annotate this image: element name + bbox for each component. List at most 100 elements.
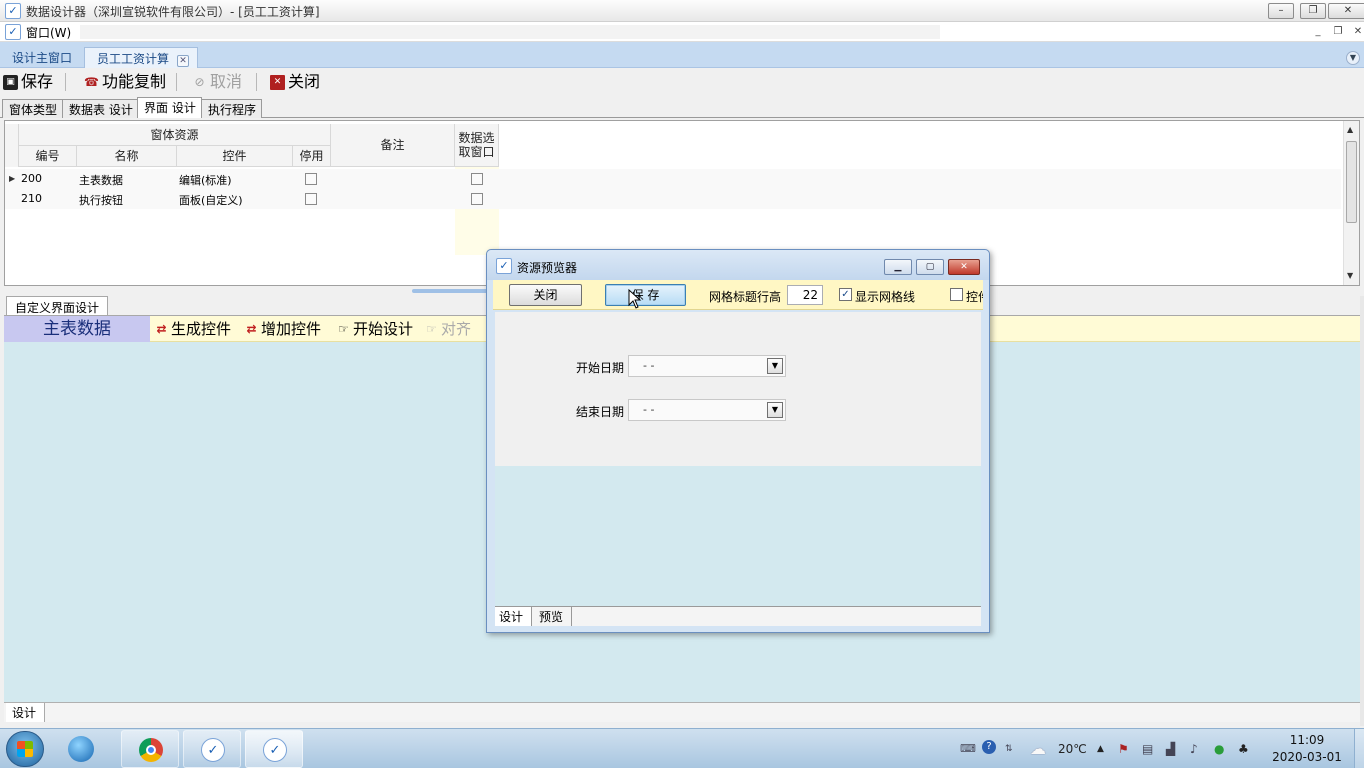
scroll-up-icon[interactable]: ▲	[1347, 125, 1353, 134]
minimize-button[interactable]: –	[1268, 3, 1294, 19]
scroll-down-icon[interactable]: ▼	[1347, 271, 1353, 280]
task-data-designer-active[interactable]: ✓	[245, 730, 303, 768]
end-date-label: 结束日期	[576, 405, 625, 419]
dialog-tab-preview[interactable]: 预览	[535, 607, 573, 626]
resource-previewer-dialog: ✓ 资源预览器 ▁ ▢ ✕ 关闭 保 存 网格标题行高 22 ✓ 显示网格线 控…	[486, 249, 990, 633]
start-button[interactable]	[6, 731, 44, 767]
generate-controls-button[interactable]: ⇄ 生成控件	[154, 319, 231, 339]
wechat-icon[interactable]: ●	[1214, 729, 1224, 768]
tab-design[interactable]: 设计	[6, 703, 46, 722]
row-disabled-checkbox[interactable]	[305, 173, 317, 185]
weather-cloud-icon[interactable]: ☁	[1030, 729, 1046, 768]
chevron-down-icon[interactable]: ▼	[767, 402, 783, 418]
task-chrome[interactable]	[121, 730, 179, 768]
cancel-label: 取消	[210, 72, 243, 91]
add-control-label: 增加控件	[261, 320, 322, 338]
tab-salary-calc[interactable]: 员工工资计算 ✕	[84, 47, 199, 68]
row-control: 面板(自定义)	[179, 194, 243, 207]
grid-vertical-scrollbar[interactable]: ▲ ▼	[1343, 121, 1359, 285]
dialog-title-bar[interactable]: ✓ 资源预览器 ▁ ▢ ✕	[487, 250, 989, 280]
row-select-checkbox[interactable]	[471, 173, 483, 185]
qq-icon[interactable]: ♣	[1238, 729, 1249, 768]
maximize-button[interactable]: ❐	[1300, 3, 1326, 19]
taskbar: ✓ ✓ ⌨ ? ⇅ ☁ 20℃ ▲ ⚑ ▤ ▟ ♪ ● ♣ 11:09 2020…	[0, 728, 1364, 768]
toolbar-divider	[256, 73, 257, 91]
dialog-save-button[interactable]: 保 存	[605, 284, 686, 306]
cancel-button[interactable]: ⊘ 取消	[192, 72, 242, 92]
col-remark-header[interactable]: 备注	[331, 124, 455, 167]
dialog-minimize-button[interactable]: ▁	[884, 259, 912, 275]
grid-row-height-input[interactable]: 22	[787, 285, 823, 305]
show-grid-checkbox[interactable]: ✓	[839, 288, 852, 301]
browser-app-icon[interactable]	[68, 736, 94, 762]
close-tab-icon[interactable]: ✕	[177, 55, 190, 67]
row-id: 210	[21, 192, 42, 205]
tab-exec-program[interactable]: 执行程序	[201, 99, 263, 118]
dialog-maximize-button[interactable]: ▢	[916, 259, 944, 275]
col-control-header[interactable]: 控件	[177, 146, 293, 167]
row-header-corner	[5, 124, 19, 167]
help-icon[interactable]: ?	[982, 740, 996, 754]
grid-row-height-label: 网格标题行高	[709, 290, 782, 304]
tab-ui-design[interactable]: 界面 设计	[137, 97, 202, 118]
task-data-designer[interactable]: ✓	[183, 730, 241, 768]
network-icon[interactable]: ▟	[1166, 729, 1175, 768]
control-checkbox[interactable]	[950, 288, 963, 301]
scroll-thumb[interactable]	[1346, 141, 1357, 223]
close-button[interactable]: ✕ 关闭	[270, 72, 320, 92]
menu-window[interactable]: 窗口(W)	[26, 24, 71, 41]
table-row[interactable]: ▶ 200 主表数据 编辑(标准)	[5, 169, 1341, 189]
add-control-button[interactable]: ⇄ 增加控件	[244, 319, 321, 339]
col-id-header[interactable]: 编号	[19, 146, 77, 167]
row-id: 200	[21, 172, 42, 185]
show-grid-label: 显示网格线	[855, 290, 916, 304]
menu-bar-background	[80, 25, 940, 39]
volume-icon[interactable]: ♪	[1190, 729, 1198, 768]
align-icon: ☞	[426, 321, 437, 336]
show-desktop-button[interactable]	[1354, 729, 1364, 768]
dialog-close-button[interactable]: ✕	[948, 259, 980, 275]
right-gutter	[1360, 296, 1364, 726]
chevron-down-icon[interactable]: ▼	[767, 358, 783, 374]
dialog-preview-canvas[interactable]	[495, 466, 981, 606]
language-icon[interactable]: ⇅	[1005, 729, 1013, 768]
save-label: 保存	[21, 72, 54, 91]
close-window-button[interactable]: ✕	[1328, 3, 1364, 19]
mdi-minimize-icon[interactable]: _	[1310, 25, 1326, 39]
col-name-header[interactable]: 名称	[77, 146, 177, 167]
mdi-restore-icon[interactable]: ❐	[1330, 25, 1346, 39]
row-disabled-checkbox[interactable]	[305, 193, 317, 205]
mdi-close-icon[interactable]: ✕	[1350, 25, 1364, 39]
splitter-handle[interactable]	[412, 289, 492, 293]
add-control-icon: ⇄	[246, 321, 257, 336]
group-header: 窗体资源	[19, 124, 331, 146]
data-designer-icon: ✓	[201, 738, 225, 762]
tab-form-type[interactable]: 窗体类型	[2, 99, 64, 118]
table-row[interactable]: 210 执行按钮 面板(自定义)	[5, 189, 1341, 209]
dialog-close-action-button[interactable]: 关闭	[509, 284, 582, 306]
tab-salary-calc-label: 员工工资计算	[97, 52, 170, 66]
chevron-down-icon[interactable]: ▼	[1346, 51, 1360, 65]
start-design-button[interactable]: ☞ 开始设计	[336, 319, 413, 339]
device-icon[interactable]: ▤	[1142, 729, 1153, 768]
col-select-header-line2: 取窗口	[458, 145, 495, 159]
weather-temp[interactable]: 20℃	[1058, 729, 1087, 768]
tray-expand-icon[interactable]: ▲	[1097, 729, 1104, 768]
copy-function-button[interactable]: ☎ 功能复制	[84, 72, 166, 92]
dialog-tab-design[interactable]: 设计	[495, 607, 533, 626]
custom-ui-design-tab[interactable]: 自定义界面设计	[6, 296, 109, 316]
flag-icon[interactable]: ⚑	[1118, 729, 1129, 768]
start-date-picker[interactable]: - - ▼	[628, 355, 786, 377]
row-select-checkbox[interactable]	[471, 193, 483, 205]
save-button[interactable]: ▣ 保存	[3, 72, 53, 92]
tab-table-design[interactable]: 数据表 设计	[62, 99, 139, 118]
keyboard-icon[interactable]: ⌨	[960, 729, 976, 768]
end-date-picker[interactable]: - - ▼	[628, 399, 786, 421]
clock[interactable]: 11:09 2020-03-01	[1264, 732, 1350, 766]
menu-bar: ✓ 窗口(W) _ ❐ ✕	[0, 22, 1364, 42]
col-disabled-header[interactable]: 停用	[293, 146, 331, 167]
align-button[interactable]: ☞ 对齐	[424, 319, 471, 339]
end-date-value: - -	[643, 403, 655, 416]
tab-design-main[interactable]: 设计主窗口	[0, 47, 80, 68]
col-select-header[interactable]: 数据选 取窗口	[455, 124, 499, 167]
